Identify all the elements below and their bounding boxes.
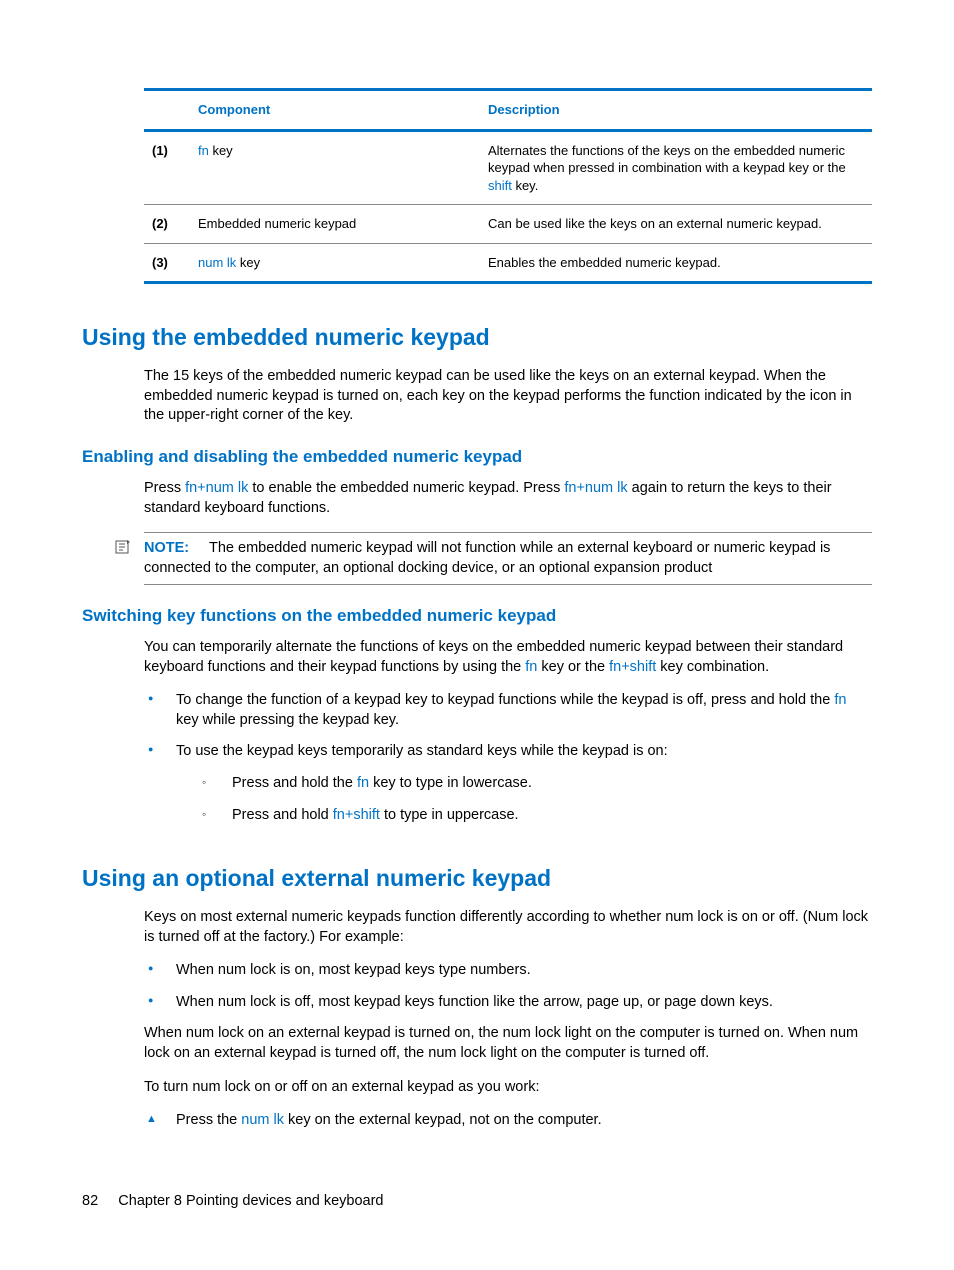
heading-using-embedded: Using the embedded numeric keypad (82, 322, 872, 353)
paragraph: Keys on most external numeric keypads fu… (144, 908, 872, 947)
page-footer: 82 Chapter 8 Pointing devices and keyboa… (82, 1192, 384, 1212)
note-icon (114, 539, 132, 561)
row-component: Embedded numeric keypad (198, 215, 488, 233)
note-text: The embedded numeric keypad will not fun… (144, 540, 830, 576)
table-header: Component Description (144, 91, 872, 132)
header-component: Component (198, 101, 488, 119)
header-description: Description (488, 101, 864, 119)
paragraph: The 15 keys of the embedded numeric keyp… (144, 367, 872, 426)
paragraph: Press fn+num lk to enable the embedded n… (144, 479, 872, 518)
row-component: fn key (198, 142, 488, 195)
list-item: Press and hold fn+shift to type in upper… (176, 806, 872, 826)
paragraph: When num lock on an external keypad is t… (144, 1024, 872, 1063)
bullet-list: When num lock is on, most keypad keys ty… (144, 961, 872, 1012)
list-item: To use the keypad keys temporarily as st… (144, 742, 872, 825)
heading-external-keypad: Using an optional external numeric keypa… (82, 863, 872, 894)
table-row: (1) fn key Alternates the functions of t… (144, 132, 872, 205)
list-item: When num lock is off, most keypad keys f… (144, 993, 872, 1013)
table-row: (3) num lk key Enables the embedded nume… (144, 243, 872, 282)
paragraph: To turn num lock on or off on an externa… (144, 1078, 872, 1098)
row-description: Can be used like the keys on an external… (488, 215, 864, 233)
row-num: (3) (152, 254, 198, 272)
row-component: num lk key (198, 254, 488, 272)
bullet-list: To change the function of a keypad key t… (144, 691, 872, 825)
triangle-list: Press the num lk key on the external key… (144, 1111, 872, 1131)
heading-switching-key: Switching key functions on the embedded … (82, 605, 872, 628)
table-row: (2) Embedded numeric keypad Can be used … (144, 204, 872, 243)
component-table: Component Description (1) fn key Alterna… (144, 88, 872, 284)
row-num: (1) (152, 142, 198, 195)
list-item: When num lock is on, most keypad keys ty… (144, 961, 872, 981)
row-description: Enables the embedded numeric keypad. (488, 254, 864, 272)
row-num: (2) (152, 215, 198, 233)
paragraph: You can temporarily alternate the functi… (144, 638, 872, 677)
list-item: Press and hold the fn key to type in low… (176, 774, 872, 794)
sub-list: Press and hold the fn key to type in low… (176, 774, 872, 825)
row-description: Alternates the functions of the keys on … (488, 142, 864, 195)
heading-enabling-disabling: Enabling and disabling the embedded nume… (82, 446, 872, 469)
list-item: To change the function of a keypad key t… (144, 691, 872, 730)
chapter-title: Chapter 8 Pointing devices and keyboard (118, 1193, 383, 1209)
note-label: NOTE: (144, 540, 189, 556)
page-number: 82 (82, 1193, 98, 1209)
note-block: NOTE: The embedded numeric keypad will n… (144, 532, 872, 585)
list-item: Press the num lk key on the external key… (144, 1111, 872, 1131)
